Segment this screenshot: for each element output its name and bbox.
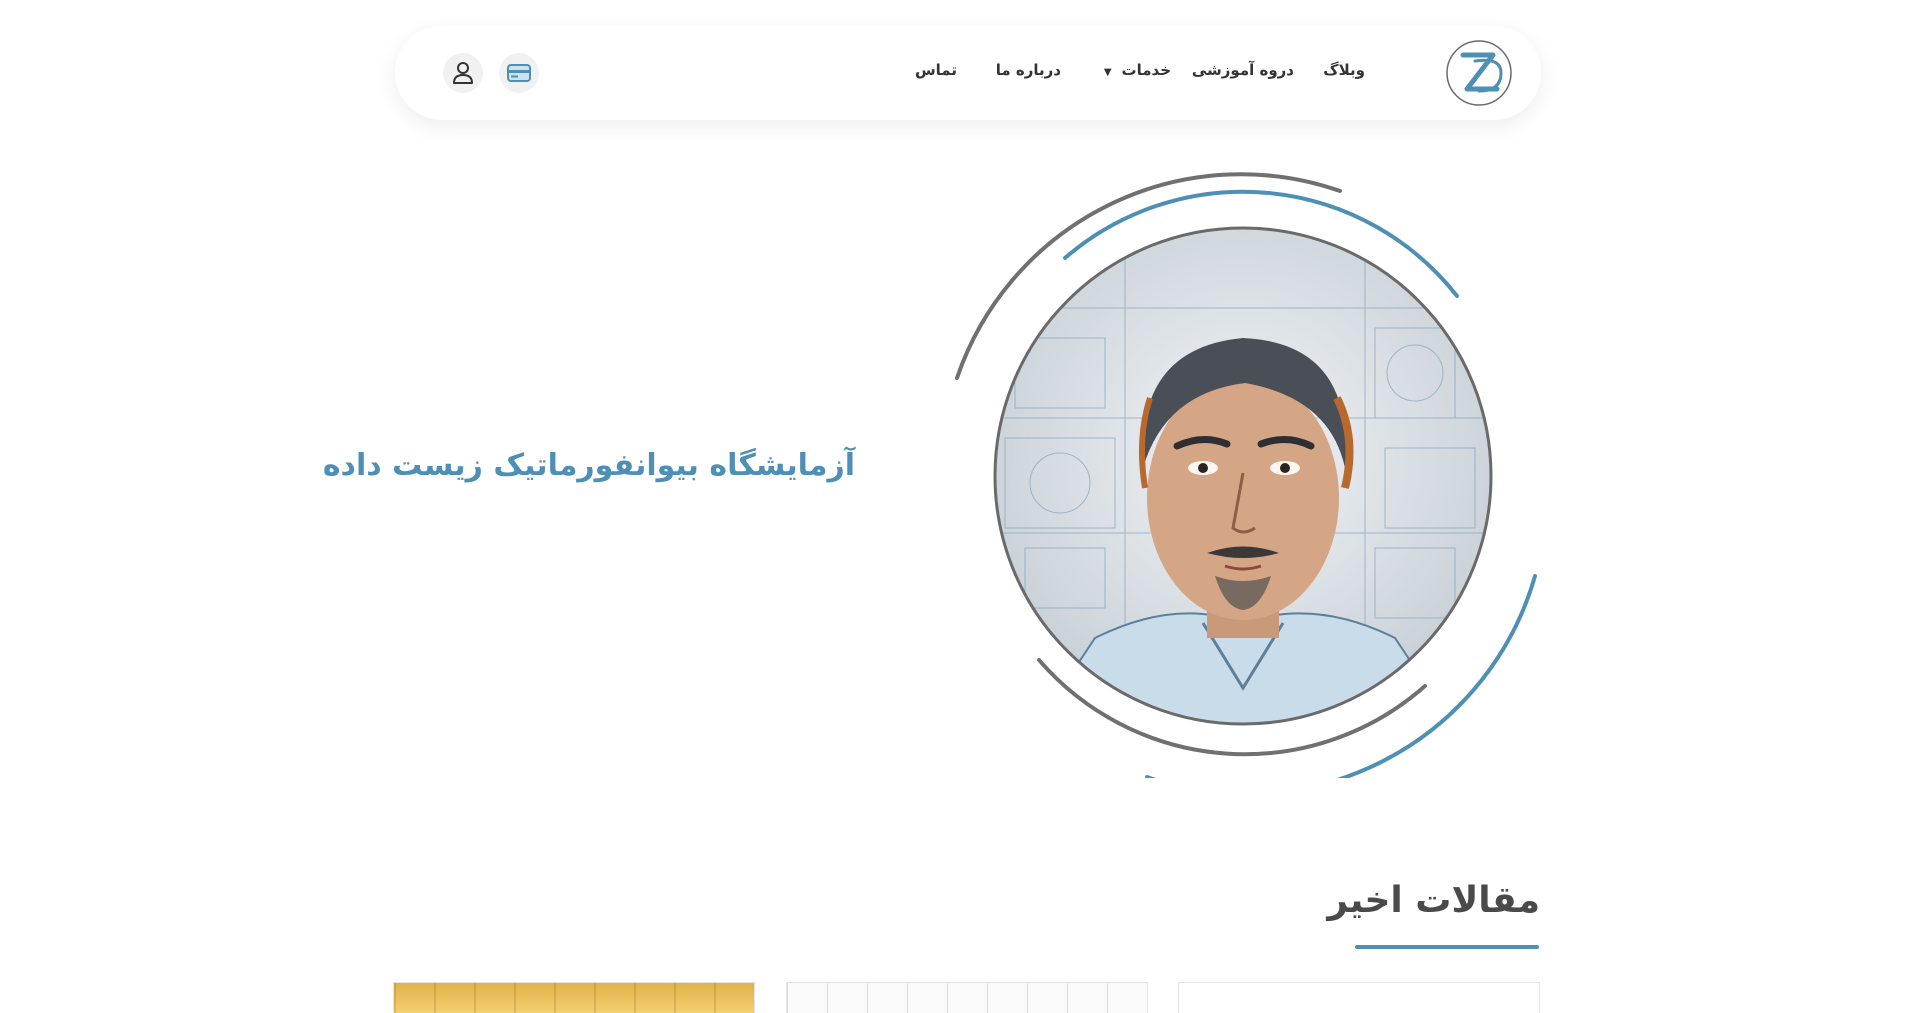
cart-button[interactable] [499,53,539,93]
nav-services[interactable]: خدمات ▼ [1104,61,1171,79]
nav-blog[interactable]: وبلاگ [1323,61,1365,79]
article-thumbnail [394,983,754,1013]
nav-services-label: خدمات [1121,61,1171,79]
article-thumbnail [787,983,1147,1013]
article-card[interactable] [393,982,755,1013]
chevron-down-icon: ▼ [1103,67,1112,78]
nav-contact[interactable]: تماس [915,61,957,79]
article-card[interactable] [786,982,1148,1013]
nav-about[interactable]: درباره ما [996,61,1061,79]
nav-course[interactable]: دروه آموزشی [1192,61,1294,79]
hero-portrait-graphic [955,172,1537,796]
recent-articles-title: مقالات اخیر [1327,880,1540,921]
article-thumbnail [1179,983,1539,1013]
main-navigation: وبلاگ دروه آموزشی خدمات ▼ درباره ما تماس [395,26,1541,120]
account-button[interactable] [443,53,483,93]
card-icon [507,64,531,82]
article-card[interactable] [1178,982,1540,1013]
section-underline [1355,945,1539,949]
hero-title: آزمایشگاه بیوانفورماتیک زیست داده [322,448,855,483]
site-header: وبلاگ دروه آموزشی خدمات ▼ درباره ما تماس [395,26,1541,120]
hero-portrait [945,168,1541,796]
user-icon [453,62,473,84]
